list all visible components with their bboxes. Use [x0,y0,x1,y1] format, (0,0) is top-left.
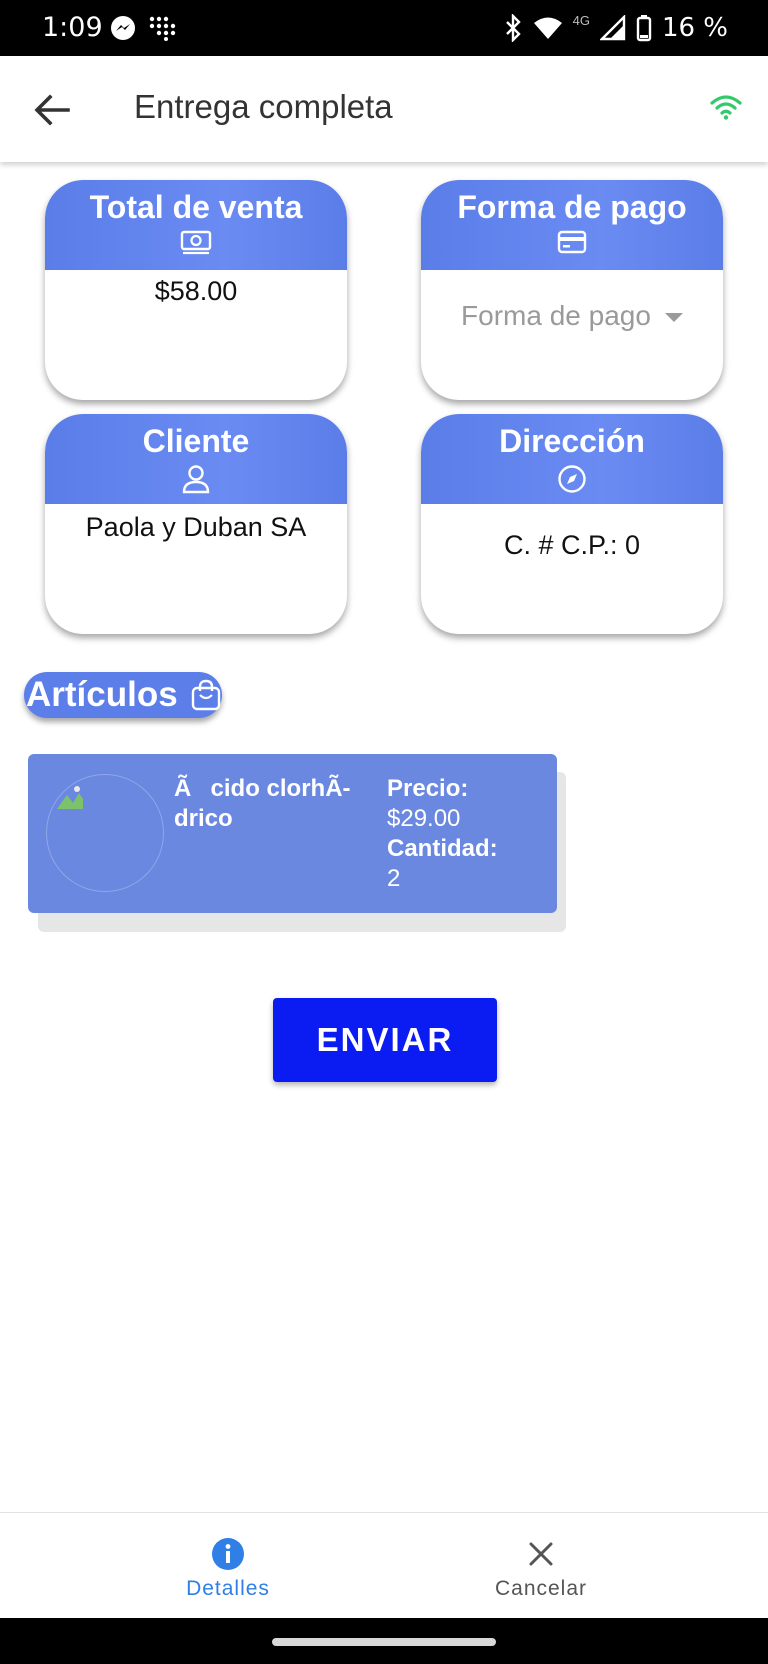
price-label: Precio: [387,775,469,802]
bottom-navigation: Detalles Cancelar [0,1512,768,1618]
address-card: Dirección C. # C.P.: 0 [421,414,723,634]
quantity-value: 2 [387,865,401,892]
address-value: C. # C.P.: 0 [503,530,641,560]
nav-item-details[interactable]: Detalles [128,1537,328,1601]
card-header: Forma de pago [421,180,723,270]
payment-method-placeholder: Forma de pago [461,300,651,331]
dots-grid-icon [149,16,176,41]
battery-icon [636,15,652,42]
card-title: Forma de pago [457,189,687,225]
client-name: Paola y Duban SA [85,512,307,542]
page-title: Entrega completa [134,88,393,125]
system-icons: 4G 16 % [503,12,728,44]
home-indicator[interactable] [272,1638,496,1646]
network-type: 4G [572,12,590,28]
system-nav-bar [0,1618,768,1664]
client-card: Cliente Paola y Duban SA [45,414,347,634]
card-title: Dirección [499,423,645,459]
back-button[interactable] [28,86,76,134]
wifi-icon [710,95,742,120]
quantity-label: Cantidad: [387,835,498,862]
card-header: Cliente [45,414,347,504]
product-image [46,774,164,892]
status-time: 1:09 [42,12,103,43]
nav-item-cancel[interactable]: Cancelar [441,1537,641,1601]
cell-signal-icon [599,15,626,41]
articles-header: Artículos [24,672,222,718]
card-title: Total de venta [89,189,303,225]
credit-card-icon [557,230,587,254]
status-bar: 1:09 4G 16 % [0,0,768,56]
messenger-icon [111,16,135,40]
wifi-signal-icon [533,17,562,39]
card-title: Cliente [142,423,250,459]
nav-label-cancel: Cancelar [494,1577,588,1600]
chevron-down-icon [664,312,683,322]
card-header: Total de venta [45,180,347,270]
nav-label-details: Detalles [186,1577,270,1600]
price-value: $29.00 [387,805,461,832]
person-icon [182,465,210,494]
info-icon [212,1538,244,1570]
send-button[interactable]: ENVIAR [273,998,497,1082]
total-sale-value: $58.00 [154,276,238,306]
broken-image-icon [57,786,83,809]
app-bar: Entrega completa [0,56,768,162]
payment-method-select[interactable]: Forma de pago [421,300,723,332]
bluetooth-icon [505,14,521,42]
screen: 1:09 4G 16 % Entrega completa Total de v… [0,0,768,1664]
shopping-bag-icon [191,679,220,711]
total-sale-card: Total de venta $58.00 [45,180,347,400]
compass-icon [558,465,586,493]
product-name: Ãcido clorhÃ­drico [174,775,351,832]
close-icon [529,1542,553,1566]
payment-method-card: Forma de pago Forma de pago [421,180,723,400]
arrow-back-icon [34,94,70,126]
product-info: Precio: $29.00 Cantidad: 2 [387,774,498,894]
article-card[interactable]: Ãcido clorhÃ­drico Precio: $29.00 Canti… [28,754,557,913]
battery-percent: 16 % [661,13,728,43]
card-header: Dirección [421,414,723,504]
money-icon [180,230,212,255]
articles-label: Artículos [26,675,178,714]
notification-icons [110,12,176,44]
